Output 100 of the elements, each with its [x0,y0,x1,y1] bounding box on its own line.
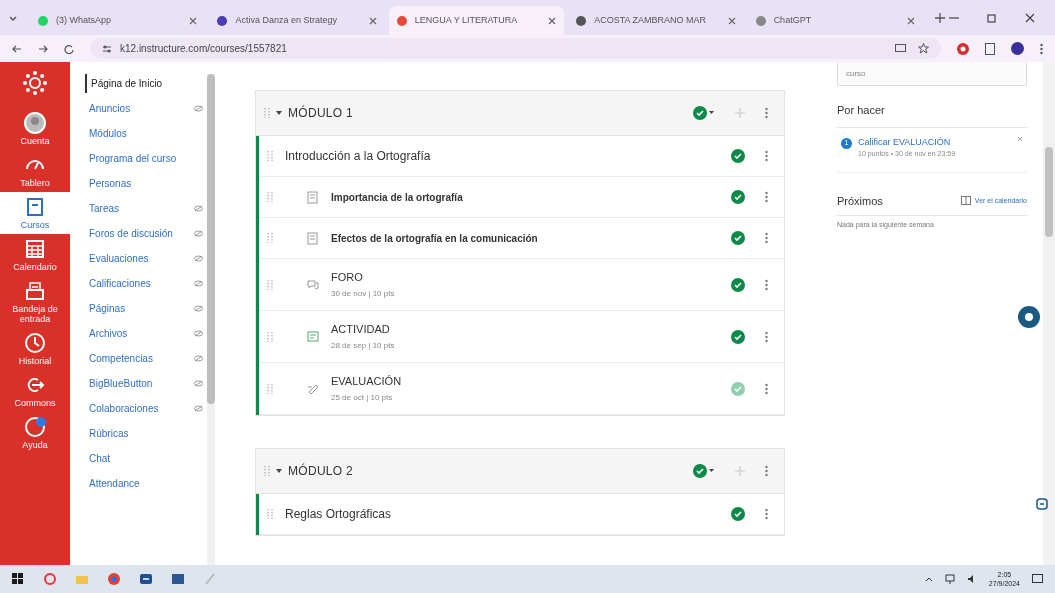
global-nav-item[interactable]: Calendario [0,234,70,276]
global-nav-item[interactable]: Cursos [0,192,70,234]
course-nav-link[interactable]: Personas [85,174,203,193]
module-item-row[interactable]: EVALUACIÓN 25 de oct | 10 pts [259,363,784,415]
restore-icon[interactable] [987,12,998,23]
item-details: 28 de sep | 10 pts [331,339,395,352]
more-options-icon[interactable] [765,107,768,119]
avatar-icon [24,112,46,134]
more-options-icon[interactable] [765,232,768,244]
publish-status-icon[interactable] [693,106,715,120]
scrollbar[interactable] [207,74,215,565]
menu-icon[interactable] [1040,42,1043,55]
new-tab-icon[interactable] [935,12,946,23]
course-nav-link[interactable]: Attendance [85,474,203,493]
browser-icon[interactable] [108,573,120,585]
item-title[interactable]: Importancia de la ortografía [331,189,463,205]
item-title[interactable]: ACTIVIDAD [331,321,395,338]
browser-tab[interactable]: LENGUA Y LITERATURA [388,6,565,35]
course-nav-link[interactable]: Programa del curso [85,149,203,168]
app-icon[interactable] [44,573,56,585]
word-icon[interactable] [172,573,184,585]
course-nav-link[interactable]: Calificaciones [85,274,203,293]
more-options-icon[interactable] [765,278,768,291]
module-item-row[interactable]: ACTIVIDAD 28 de sep | 10 pts [259,311,784,363]
published-check-icon[interactable] [731,231,745,245]
browser-tab[interactable]: (3) WhatsApp [30,6,206,35]
course-nav-link[interactable]: Archivos [85,324,203,343]
published-check-icon[interactable] [731,190,745,204]
global-nav-item[interactable]: Ayuda [0,412,70,454]
profile-avatar-icon[interactable] [1011,42,1024,55]
tab-favicon-icon [396,15,407,26]
more-options-icon[interactable] [765,465,768,477]
close-icon[interactable] [727,16,736,25]
course-nav-link[interactable]: BigBlueButton [85,374,203,393]
close-icon[interactable] [189,16,198,25]
course-nav-link[interactable]: Competencias [85,349,203,368]
site-settings-icon [102,43,112,54]
drag-handle-icon [267,508,273,520]
more-options-icon[interactable] [765,330,768,343]
input-field[interactable]: curso [837,62,1027,86]
remote-desktop-icon[interactable] [140,573,152,585]
course-nav-link[interactable]: Página de Inicio [85,74,203,93]
book-icon [24,196,46,218]
more-options-icon[interactable] [765,191,768,203]
course-nav-link[interactable]: Módulos [85,124,203,143]
unpublished-check-icon[interactable] [731,381,745,396]
course-nav-link[interactable]: Anuncios [85,99,203,118]
published-check-icon[interactable] [731,507,745,521]
browser-tab[interactable]: ChatGPT [747,6,924,35]
browser-tab[interactable]: ACOSTA ZAMBRANO MAR [568,6,744,35]
global-nav-item[interactable]: Cuenta [0,108,70,150]
scrollbar[interactable] [1043,62,1055,565]
network-icon[interactable] [944,574,955,584]
item-title[interactable]: FORO [331,269,395,286]
notification-icon[interactable] [1032,574,1043,584]
published-check-icon[interactable] [731,277,745,292]
item-title[interactable]: EVALUACIÓN [331,373,402,390]
module-item-row[interactable]: Reglas Ortográficas [259,494,784,535]
bookmark-star-icon[interactable] [918,43,929,54]
caret-down-icon[interactable] [276,468,282,474]
chat-bubble-icon[interactable] [1018,306,1040,328]
module-item-row[interactable]: Introducción a la Ortografía [259,136,784,177]
course-nav-link[interactable]: Foros de discusión [85,224,203,243]
published-check-icon[interactable] [731,329,745,344]
forward-icon[interactable] [38,43,48,54]
course-nav-link[interactable]: Chat [85,449,203,468]
start-icon[interactable] [12,573,24,585]
module-item-row[interactable]: FORO 30 de nov | 10 pts [259,259,784,311]
course-nav-link[interactable]: Tareas [85,199,203,218]
course-nav-link[interactable]: Evaluaciones [85,249,203,268]
install-icon[interactable] [895,43,906,54]
more-options-icon[interactable] [765,150,768,162]
reload-icon[interactable] [64,43,74,54]
item-title[interactable]: Efectos de la ortografía en la comunicación [331,230,538,246]
course-nav-link[interactable]: Colaboraciones [85,399,203,418]
global-nav-item[interactable]: Historial [0,328,70,370]
sidepanel-icon[interactable] [985,42,995,55]
global-nav-item[interactable]: Tablero [0,150,70,192]
course-nav-link[interactable]: Rúbricas [85,424,203,443]
more-options-icon[interactable] [765,508,768,520]
extension-icon[interactable] [957,42,969,55]
module-item-row[interactable]: Efectos de la ortografía en la comunicación [259,218,784,259]
publish-status-icon[interactable] [693,464,715,478]
course-nav-link[interactable]: Páginas [85,299,203,318]
global-nav-item[interactable]: Bandeja de entrada [0,276,70,328]
back-icon[interactable] [12,43,22,54]
close-icon[interactable] [1025,12,1036,23]
published-check-icon[interactable] [731,149,745,163]
close-icon[interactable] [368,16,377,25]
module-item-row[interactable]: Importancia de la ortografía [259,177,784,218]
caret-down-icon[interactable] [276,110,282,116]
close-icon[interactable] [907,16,916,25]
global-nav-item[interactable]: Commons [0,370,70,412]
feedback-icon[interactable] [1036,498,1048,510]
chevron-up-icon[interactable] [924,576,933,582]
close-icon[interactable] [548,16,557,25]
browser-tab[interactable]: Activa Danza en Strategy [209,6,385,35]
address-bar[interactable]: k12.instructure.com/courses/1557821 [90,38,941,59]
more-options-icon[interactable] [765,382,768,395]
todo-link[interactable]: Calificar EVALUACIÓN [858,135,956,149]
